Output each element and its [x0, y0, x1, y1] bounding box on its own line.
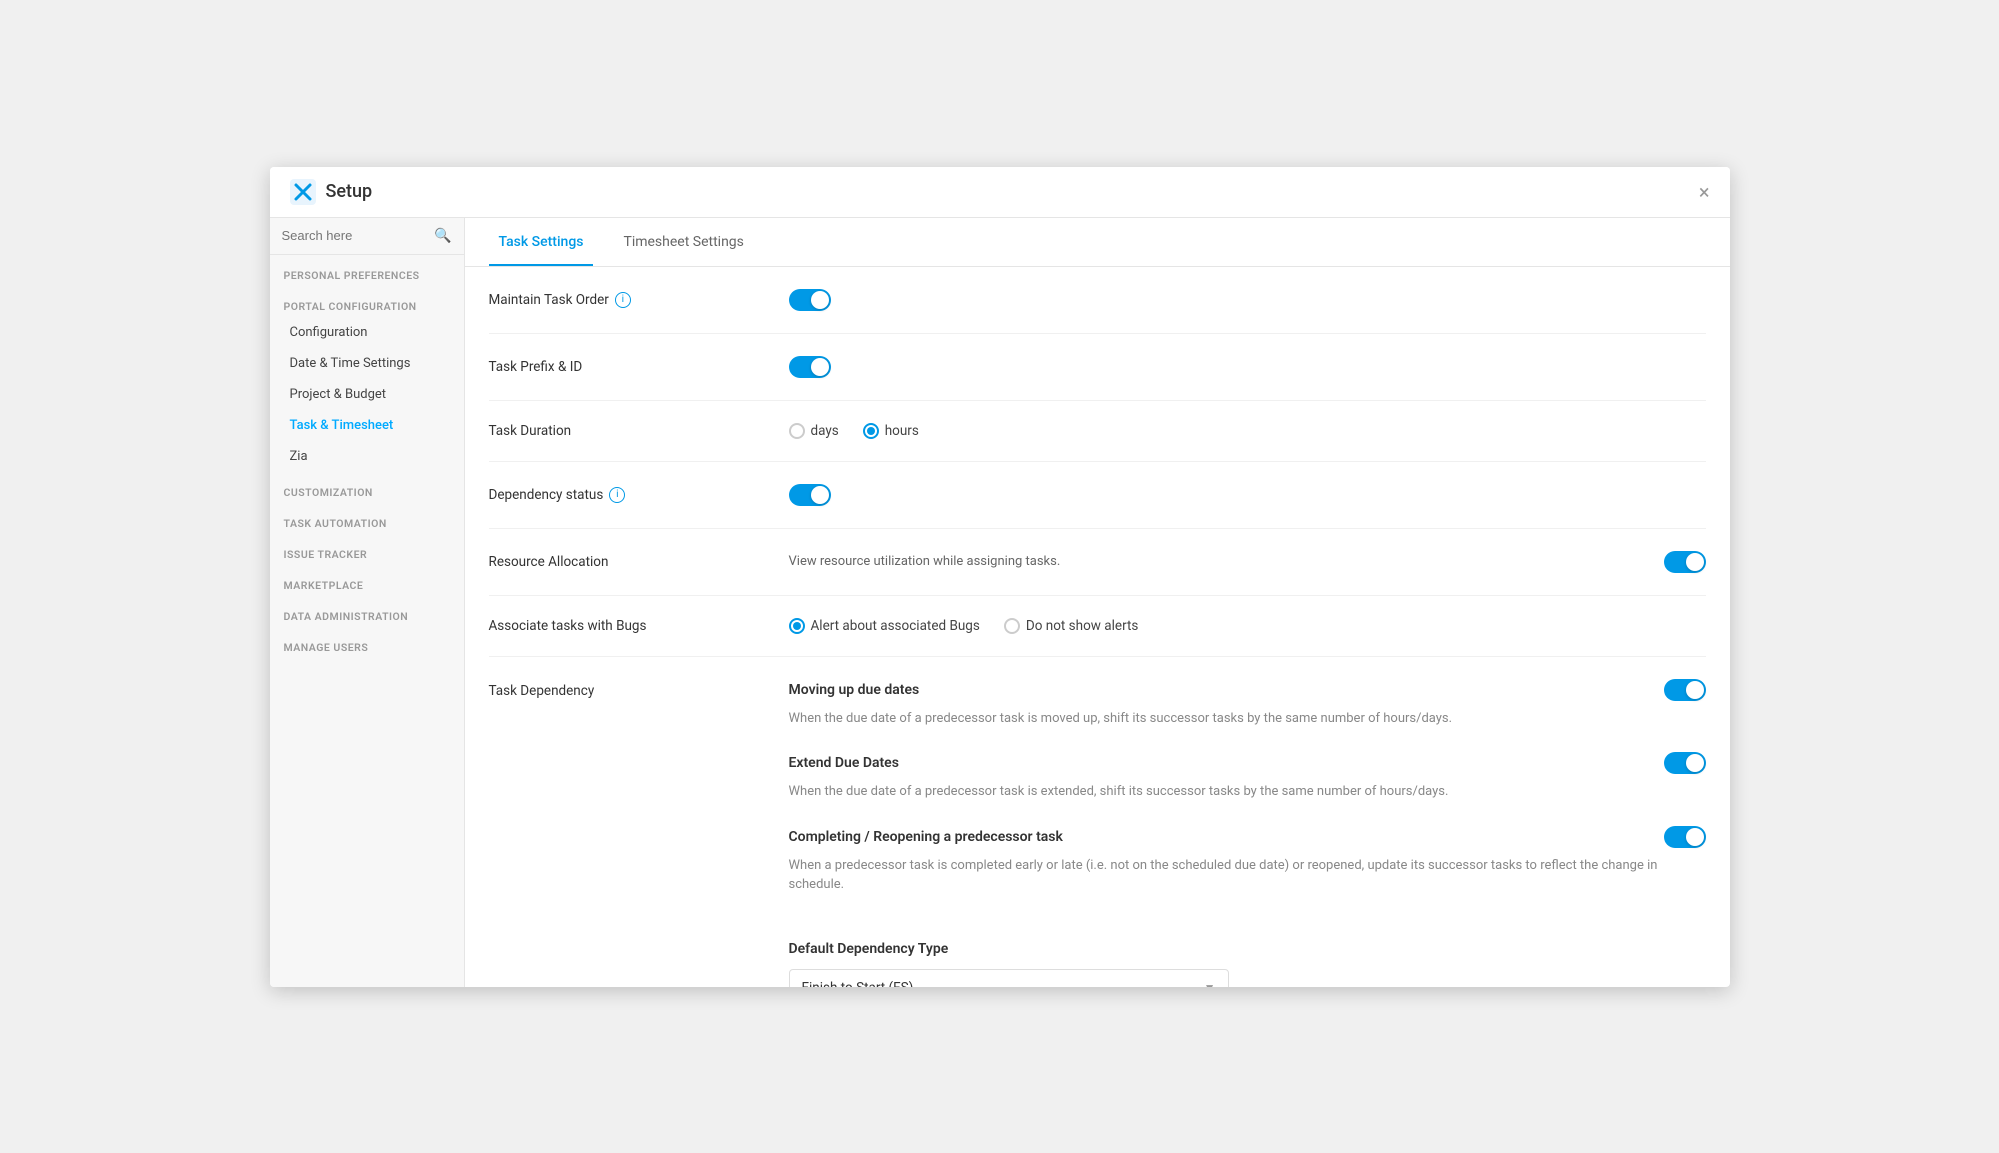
- task-dependency-content: Moving up due dates When the due date of…: [789, 679, 1706, 987]
- sidebar-section-personal: PERSONAL PREFERENCES: [270, 255, 464, 286]
- sidebar-section-portal: PORTAL CONFIGURATION: [270, 286, 464, 317]
- task-duration-hours-radio[interactable]: [863, 423, 879, 439]
- maintain-task-order-toggle[interactable]: [789, 289, 831, 311]
- maintain-task-order-control: [789, 289, 1706, 311]
- modal-header: Setup ×: [270, 167, 1730, 218]
- default-dependency-type-section: Default Dependency Type Finish to Start …: [789, 919, 1706, 987]
- dependency-item-moving-up: Moving up due dates When the due date of…: [789, 679, 1706, 729]
- sidebar-item-task-timesheet[interactable]: Task & Timesheet: [270, 410, 464, 441]
- dependency-item-moving-up-header: Moving up due dates: [789, 679, 1706, 701]
- header-left: Setup: [290, 179, 373, 205]
- dependency-moving-up-title: Moving up due dates: [789, 682, 920, 698]
- task-dependency-label: Task Dependency: [489, 679, 769, 987]
- search-container: 🔍: [270, 218, 464, 255]
- close-button[interactable]: ×: [1699, 180, 1710, 204]
- tab-timesheet-settings[interactable]: Timesheet Settings: [613, 218, 753, 266]
- dependency-extend-due-toggle[interactable]: [1664, 752, 1706, 774]
- resource-allocation-label: Resource Allocation: [489, 554, 769, 570]
- task-duration-radio-group: days hours: [789, 423, 919, 439]
- dependency-completing-desc: When a predecessor task is completed ear…: [789, 856, 1706, 895]
- default-dependency-type-label: Default Dependency Type: [789, 941, 1706, 957]
- associate-bugs-label: Associate tasks with Bugs: [489, 618, 769, 634]
- sidebar-section-issue-tracker: ISSUE TRACKER: [270, 534, 464, 565]
- settings-content: Maintain Task Order i Task Prefix & ID: [465, 267, 1730, 987]
- associate-bugs-control: Alert about associated Bugs Do not show …: [789, 618, 1706, 634]
- modal-title: Setup: [326, 181, 373, 202]
- dependency-status-info-icon[interactable]: i: [609, 487, 625, 503]
- resource-allocation-desc: View resource utilization while assignin…: [789, 554, 1648, 569]
- setting-associate-bugs: Associate tasks with Bugs Alert about as…: [489, 596, 1706, 657]
- task-prefix-id-control: [789, 356, 1706, 378]
- associate-bugs-alert[interactable]: Alert about associated Bugs: [789, 618, 980, 634]
- dependency-moving-up-toggle[interactable]: [1664, 679, 1706, 701]
- task-duration-control: days hours: [789, 423, 1706, 439]
- associate-bugs-alert-label: Alert about associated Bugs: [811, 618, 980, 634]
- task-duration-days-radio[interactable]: [789, 423, 805, 439]
- associate-bugs-no-alert-label: Do not show alerts: [1026, 618, 1139, 634]
- task-duration-days[interactable]: days: [789, 423, 839, 439]
- dependency-type-dropdown[interactable]: Finish to Start (FS) ▼: [789, 969, 1229, 987]
- task-duration-label: Task Duration: [489, 423, 769, 439]
- dependency-status-toggle[interactable]: [789, 484, 831, 506]
- associate-bugs-no-alert-radio[interactable]: [1004, 618, 1020, 634]
- sidebar-section-manage-users: MANAGE USERS: [270, 627, 464, 658]
- dependency-status-control: [789, 484, 1706, 506]
- dependency-item-completing-header: Completing / Reopening a predecessor tas…: [789, 826, 1706, 848]
- resource-allocation-control: View resource utilization while assignin…: [789, 551, 1706, 573]
- task-prefix-id-toggle[interactable]: [789, 356, 831, 378]
- task-duration-hours-label: hours: [885, 423, 919, 439]
- tab-task-settings[interactable]: Task Settings: [489, 218, 594, 266]
- sidebar-item-zia[interactable]: Zia: [270, 441, 464, 472]
- resource-allocation-toggle[interactable]: [1664, 551, 1706, 573]
- dependency-extend-due-desc: When the due date of a predecessor task …: [789, 782, 1706, 802]
- setup-modal: Setup × 🔍 PERSONAL PREFERENCES PORTAL CO…: [270, 167, 1730, 987]
- dependency-status-label: Dependency status i: [489, 487, 769, 503]
- associate-bugs-no-alert[interactable]: Do not show alerts: [1004, 618, 1139, 634]
- setting-resource-allocation: Resource Allocation View resource utiliz…: [489, 529, 1706, 596]
- maintain-task-order-label: Maintain Task Order i: [489, 292, 769, 308]
- sidebar: 🔍 PERSONAL PREFERENCES PORTAL CONFIGURAT…: [270, 218, 465, 987]
- app-logo: [290, 179, 316, 205]
- sidebar-item-project-budget[interactable]: Project & Budget: [270, 379, 464, 410]
- setting-maintain-task-order: Maintain Task Order i: [489, 267, 1706, 334]
- sidebar-section-customization: CUSTOMIZATION: [270, 472, 464, 503]
- dependency-item-extend-due: Extend Due Dates When the due date of a …: [789, 752, 1706, 802]
- maintain-task-order-info-icon[interactable]: i: [615, 292, 631, 308]
- search-icon: 🔍: [434, 228, 451, 244]
- dependency-completing-toggle[interactable]: [1664, 826, 1706, 848]
- dependency-type-selected: Finish to Start (FS): [802, 980, 914, 987]
- dependency-item-extend-due-header: Extend Due Dates: [789, 752, 1706, 774]
- dependency-item-completing: Completing / Reopening a predecessor tas…: [789, 826, 1706, 895]
- sidebar-item-datetime[interactable]: Date & Time Settings: [270, 348, 464, 379]
- sidebar-section-data-admin: DATA ADMINISTRATION: [270, 596, 464, 627]
- task-prefix-id-label: Task Prefix & ID: [489, 359, 769, 375]
- dependency-completing-title: Completing / Reopening a predecessor tas…: [789, 829, 1063, 845]
- dependency-extend-due-title: Extend Due Dates: [789, 755, 899, 771]
- sidebar-section-marketplace: MARKETPLACE: [270, 565, 464, 596]
- setting-task-prefix-id: Task Prefix & ID: [489, 334, 1706, 401]
- associate-bugs-alert-radio[interactable]: [789, 618, 805, 634]
- setting-task-dependency: Task Dependency Moving up due dates When…: [489, 657, 1706, 987]
- search-input[interactable]: [282, 228, 429, 243]
- task-duration-days-label: days: [811, 423, 839, 439]
- sidebar-section-task-automation: TASK AUTOMATION: [270, 503, 464, 534]
- main-content: Task Settings Timesheet Settings Maintai…: [465, 218, 1730, 987]
- dependency-moving-up-desc: When the due date of a predecessor task …: [789, 709, 1706, 729]
- task-duration-hours[interactable]: hours: [863, 423, 919, 439]
- associate-bugs-radio-group: Alert about associated Bugs Do not show …: [789, 618, 1139, 634]
- chevron-down-icon: ▼: [1204, 981, 1216, 987]
- sidebar-item-configuration[interactable]: Configuration: [270, 317, 464, 348]
- modal-body: 🔍 PERSONAL PREFERENCES PORTAL CONFIGURAT…: [270, 218, 1730, 987]
- setting-dependency-status: Dependency status i: [489, 462, 1706, 529]
- setting-task-duration: Task Duration days hours: [489, 401, 1706, 462]
- tabs-container: Task Settings Timesheet Settings: [465, 218, 1730, 267]
